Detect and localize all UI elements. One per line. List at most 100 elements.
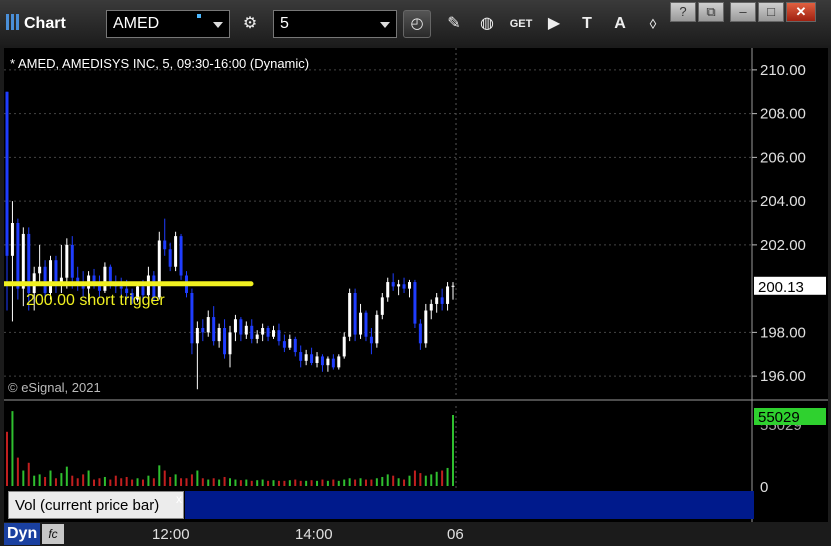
candle-body <box>212 317 216 342</box>
candle-body <box>375 314 379 344</box>
text-icon[interactable]: T <box>573 10 601 38</box>
candle-body <box>337 356 341 368</box>
symbol-link-marker <box>197 14 201 18</box>
alert-icon[interactable]: A <box>606 10 634 38</box>
candle-body <box>16 223 20 289</box>
candle-body <box>244 325 248 335</box>
chart-svg[interactable]: 210.00 208.00 206.00 204.00 202.00 198.00 196.… <box>4 48 828 522</box>
volume-last-label: 55029 <box>758 409 800 426</box>
candle-body <box>424 310 428 344</box>
candle-body <box>223 328 227 355</box>
volume-study-bar <box>185 491 754 519</box>
y-tick-label: 204.00 <box>760 193 806 210</box>
candle-body <box>277 330 281 342</box>
x-tick-label: 06 <box>447 526 464 543</box>
dynamic-button[interactable]: Dyn <box>4 523 40 545</box>
candle-body <box>92 275 96 283</box>
candle-body <box>239 319 243 335</box>
candle-body <box>331 358 335 368</box>
clock-icon[interactable]: ◴ <box>403 10 431 38</box>
candle-body <box>65 244 69 278</box>
candle-body <box>168 249 172 267</box>
minimize-button[interactable]: – <box>730 2 756 22</box>
window-title: Chart <box>6 14 66 33</box>
candle-body <box>342 336 346 357</box>
y-tick-label: 206.00 <box>760 149 806 166</box>
link-icon[interactable]: ⬨ <box>639 10 667 38</box>
candle-body <box>310 354 314 363</box>
candle-body <box>261 328 265 335</box>
x-tick-label: 14:00 <box>295 526 333 543</box>
candle-body <box>10 223 14 256</box>
chevron-down-icon[interactable] <box>380 22 390 28</box>
candle-body <box>255 334 259 339</box>
symbol-input[interactable]: AMED <box>106 10 230 38</box>
chart-area[interactable]: 210.00 208.00 206.00 204.00 202.00 198.00 196.… <box>4 48 828 522</box>
candle-body <box>119 286 123 289</box>
close-button[interactable]: ✕ <box>786 2 816 22</box>
gear-icon[interactable]: ⚙ <box>236 10 264 38</box>
candle-body <box>217 328 221 342</box>
candle-body <box>288 338 292 348</box>
candle-body <box>206 317 210 333</box>
fc-icon[interactable]: fc <box>42 524 64 544</box>
candle-body <box>407 282 411 289</box>
interval-value: 5 <box>280 15 289 32</box>
y-tick-label: 202.00 <box>760 237 806 254</box>
study-icon[interactable]: ◍ <box>473 10 501 38</box>
candle-body <box>451 285 455 287</box>
candle-body <box>391 282 395 287</box>
y-tick-label: 208.00 <box>760 106 806 123</box>
candle-body <box>38 266 42 274</box>
candle-body <box>353 293 357 335</box>
interval-input[interactable]: 5 <box>273 10 397 38</box>
candle-body <box>5 91 9 256</box>
candle-body <box>43 266 47 293</box>
get-icon[interactable]: GET <box>507 10 535 38</box>
candle-body <box>359 312 363 335</box>
candle-body <box>21 233 25 289</box>
candle-body <box>49 260 53 293</box>
volume-study-label[interactable]: Vol (current price bar) <box>8 491 184 519</box>
candle-body <box>435 297 439 304</box>
candle-body <box>446 286 450 304</box>
candle-body <box>282 341 286 348</box>
restore-button[interactable]: ⧉ <box>698 2 724 22</box>
candle-body <box>418 323 422 344</box>
play-icon[interactable]: ▶ <box>540 10 568 38</box>
candle-body <box>179 236 183 276</box>
x-tick-label: 12:00 <box>152 526 190 543</box>
candle-body <box>233 319 237 333</box>
chart-title: * AMED, AMEDISYS INC, 5, 09:30-16:00 (Dy… <box>10 56 310 71</box>
help-button[interactable]: ? <box>670 2 696 22</box>
candle-body <box>369 336 373 344</box>
candle-body <box>320 356 324 366</box>
toolbar: Chart AMED ⚙ 5 ◴ ✎ ◍ GET ▶ T A ⬨ ? ⧉ – □… <box>0 0 831 46</box>
bottom-bar: Dyn fc <box>0 522 831 546</box>
volume-zero-label: 0 <box>760 479 768 496</box>
candle-body <box>228 332 232 355</box>
candle-body <box>250 325 254 339</box>
chevron-down-icon[interactable] <box>213 22 223 28</box>
trigger-annotation[interactable]: 200.00 short trigger <box>26 292 165 310</box>
candle-body <box>299 352 303 361</box>
candle-body <box>201 328 205 333</box>
chart-bars-icon <box>6 14 20 30</box>
candle-body <box>315 356 319 363</box>
copyright-text: © eSignal, 2021 <box>8 380 101 395</box>
close-icon[interactable]: x <box>176 492 182 506</box>
candle-body <box>195 328 199 344</box>
candle-body <box>304 354 308 361</box>
candle-body <box>163 240 167 250</box>
maximize-button[interactable]: □ <box>758 2 784 22</box>
candle-body <box>364 312 368 337</box>
last-price-label: 200.13 <box>758 279 804 296</box>
pencil-icon[interactable]: ✎ <box>440 10 468 38</box>
candle-body <box>54 260 58 285</box>
candle-body <box>397 284 401 287</box>
candle-body <box>266 328 270 337</box>
candle-body <box>440 297 444 304</box>
candle-body <box>272 330 276 337</box>
candle-body <box>174 236 178 267</box>
candle-body <box>190 293 194 344</box>
